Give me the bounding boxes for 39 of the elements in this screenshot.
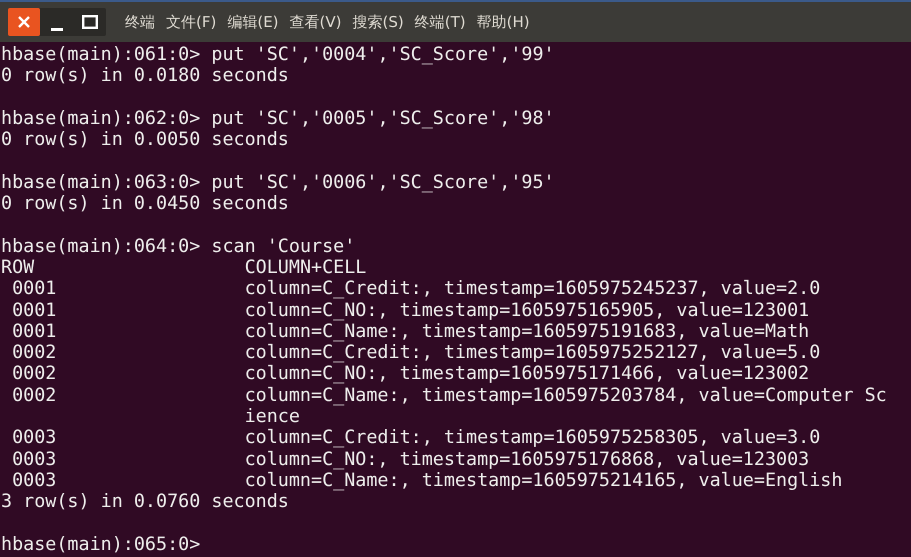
close-icon [17, 15, 31, 29]
terminal-line: hbase(main):061:0> put 'SC','0004','SC_Score','99' [1, 44, 555, 65]
menu-item[interactable]: 帮助(H) [476, 12, 530, 32]
menu-item[interactable]: 编辑(E) [227, 12, 279, 32]
close-button[interactable] [8, 8, 40, 36]
terminal-line: 3 row(s) in 0.0760 seconds [1, 491, 289, 512]
cell-value: column=C_Credit:, timestamp=1605975252127, value=5.0 [244, 342, 822, 364]
row-key: 0003 [1, 427, 245, 449]
row-key: 0002 [1, 363, 245, 385]
terminal-line: 0 row(s) in 0.0050 seconds [1, 129, 289, 150]
cell-value: column=C_Credit:, timestamp=1605975245237, value=2.0 [244, 278, 822, 300]
terminal-line: hbase(main):063:0> put 'SC','0006','SC_Score','95' [1, 172, 555, 193]
cell-value: column=C_Credit:, timestamp=1605975258305, value=3.0 [244, 427, 822, 449]
terminal-line: hbase(main):064:0> scan 'Course' [1, 236, 356, 257]
terminal-line: 0 row(s) in 0.0450 seconds [1, 193, 289, 214]
row-key: 0002 [1, 342, 245, 364]
minimize-icon [50, 28, 62, 30]
row-key: 0002 [1, 384, 245, 406]
cell-value: column=C_Name:, timestamp=1605975214165, value=English [244, 470, 844, 492]
row-key: 0003 [1, 470, 245, 492]
row-key: 0001 [1, 300, 245, 321]
maximize-icon [82, 15, 98, 29]
row-key: 0001 [1, 278, 245, 300]
cell-value: column=C_NO:, timestamp=1605975176868, value=123003 [244, 448, 810, 470]
menu-item[interactable]: 终端(T) [414, 12, 466, 32]
cell-value: column=C_Name:, timestamp=1605975191683, value=Math [244, 320, 810, 342]
menu-item[interactable]: 终端 [125, 12, 155, 32]
cell-value: column=C_NO:, timestamp=1605975165905, value=123001 [244, 300, 810, 321]
row-key: 0003 [1, 448, 245, 470]
terminal-line: hbase(main):065:0> [1, 534, 200, 555]
menu-item[interactable]: 搜索(S) [352, 12, 404, 32]
menu-item[interactable]: 文件(F) [166, 12, 216, 32]
terminal-line: hbase(main):062:0> put 'SC','0005','SC_Score','98' [1, 108, 555, 129]
column-header: ROW [1, 256, 36, 278]
menu-item[interactable]: 查看(V) [290, 12, 342, 32]
terminal-line: 0 row(s) in 0.0180 seconds [1, 65, 289, 86]
cell-value: column=C_NO:, timestamp=1605975171466, value=123002 [244, 363, 810, 385]
row-key: 0001 [1, 320, 245, 342]
column-header: COLUMN+CELL [244, 256, 368, 278]
